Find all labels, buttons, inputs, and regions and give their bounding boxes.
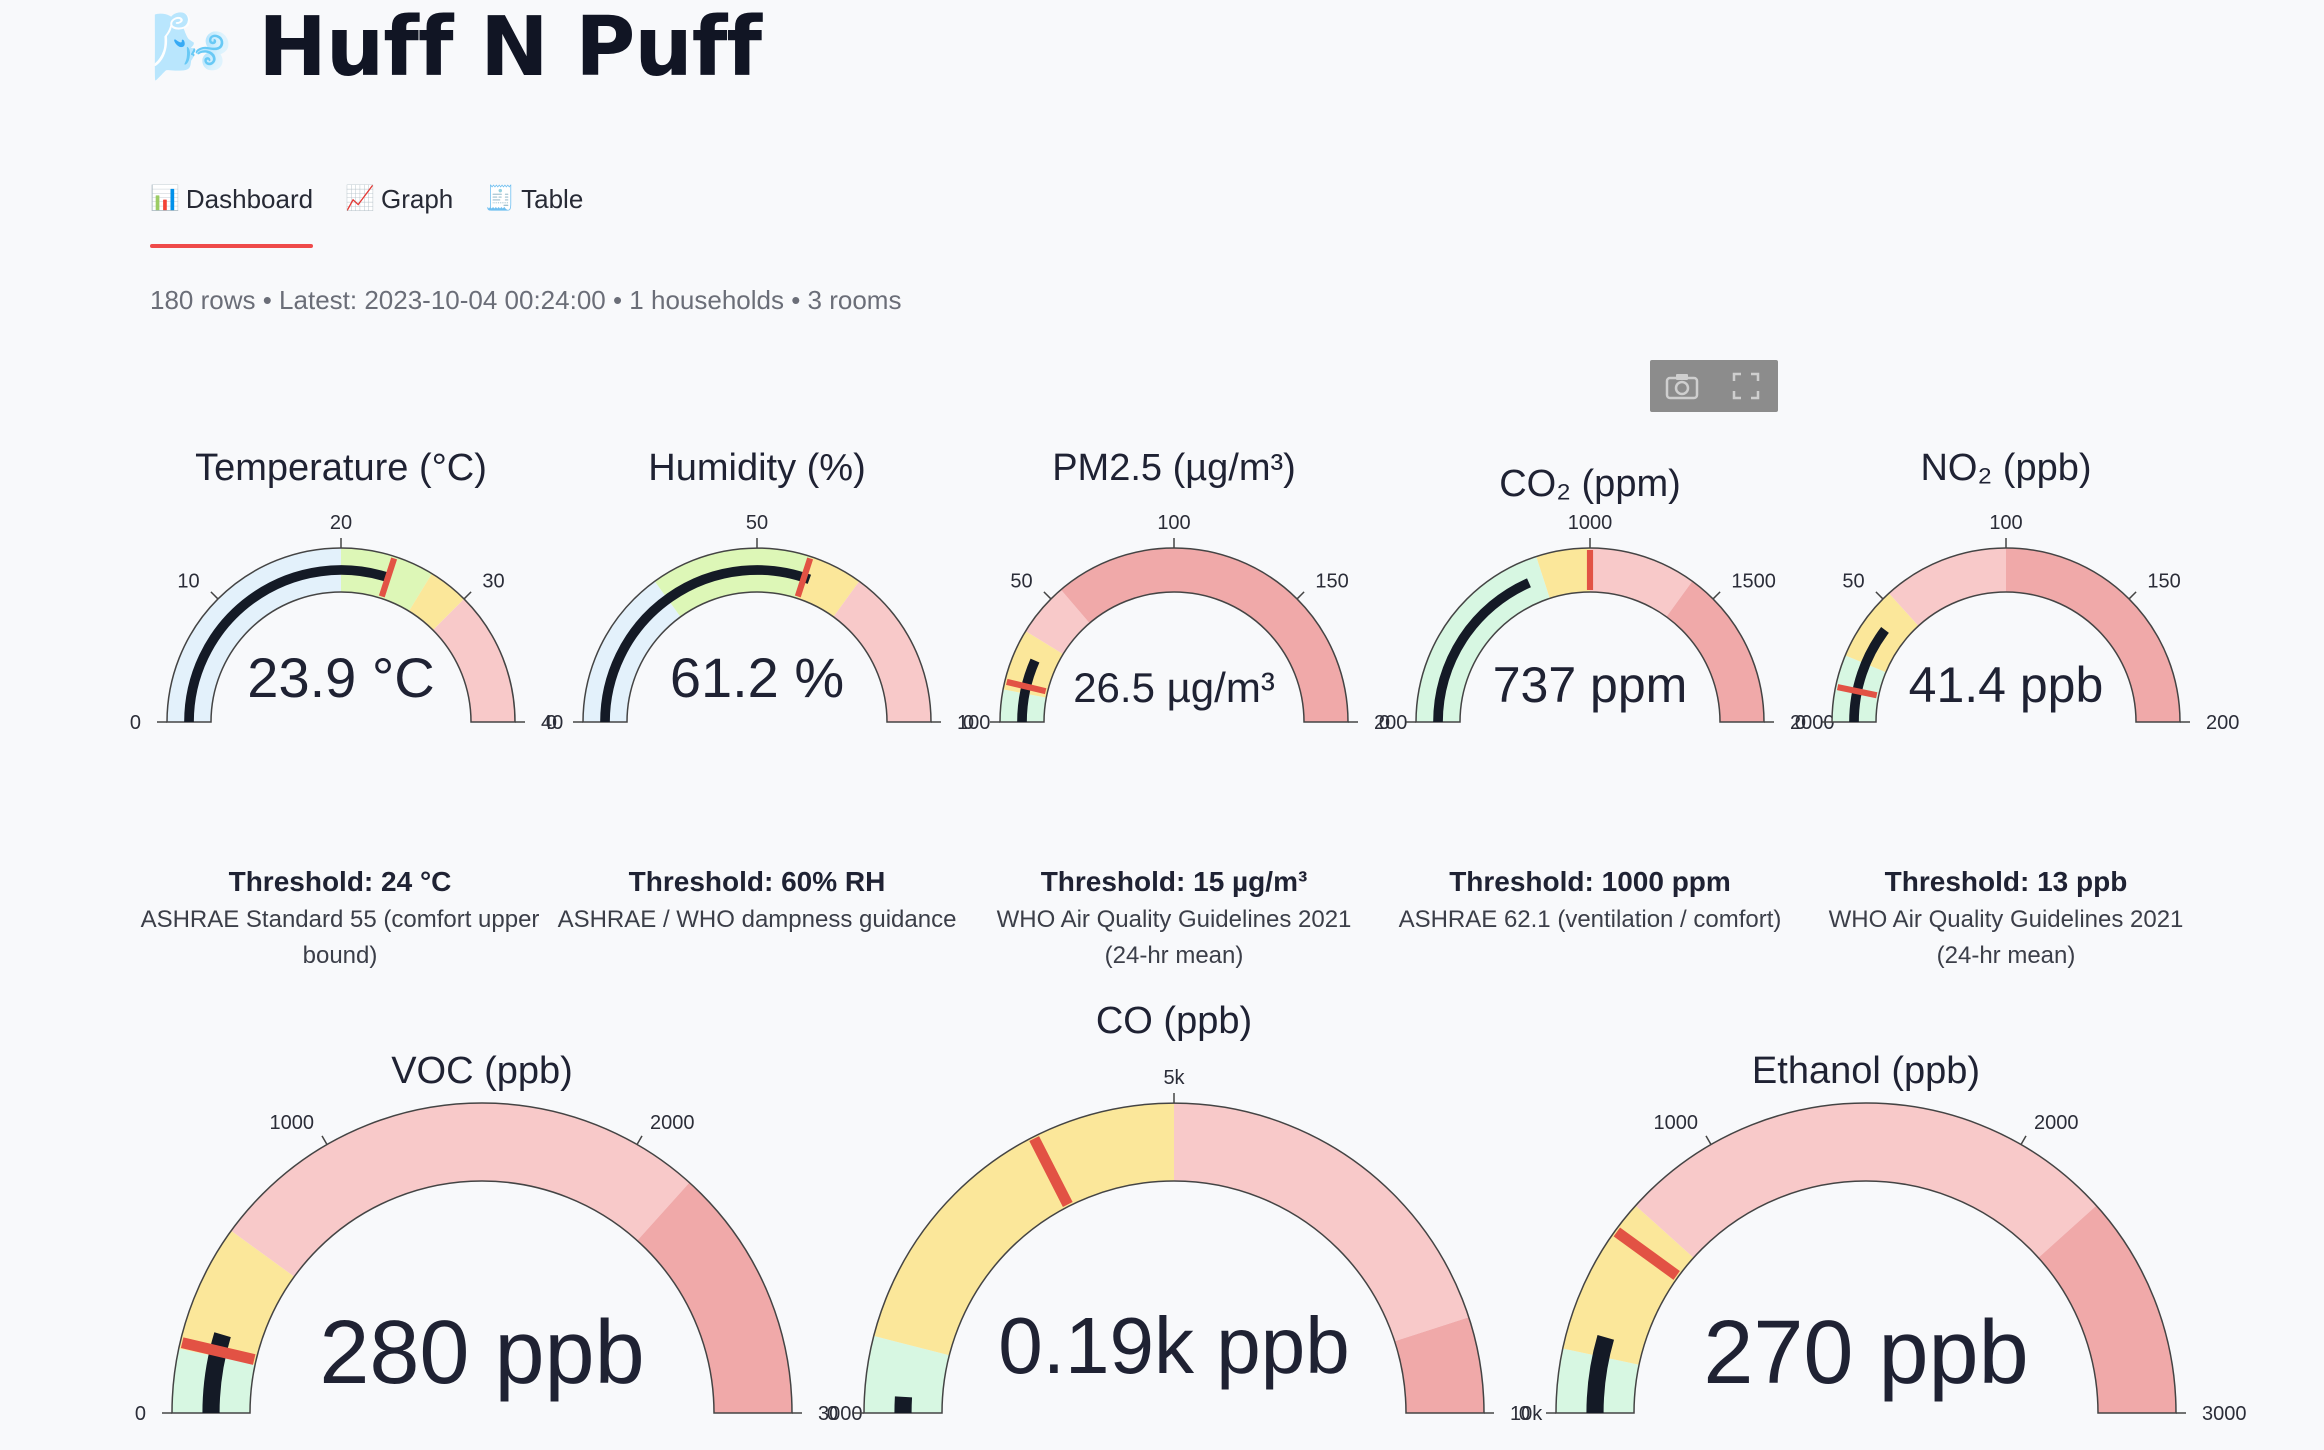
gauge-band [637,1182,792,1413]
gauge-tick-label: 0 [1519,1403,1530,1425]
gauge-title: Ethanol (ppb) [1752,1050,1980,1092]
gauge-tick-label: 3000 [818,1403,863,1425]
gauge-tick [321,1135,328,1145]
gauge-ethanol: Ethanol (ppb) 0 1000 2000 3000 270 ppb [1519,1050,2247,1425]
gauge-value: 61.2 % [670,646,844,709]
gauge-tick-label: 150 [1315,571,1348,593]
gauge-tick-label: 10 [177,571,199,593]
gauge-tick [1875,591,1884,600]
gauge-tick-label: 200 [2206,712,2239,734]
gauge-tick-label: 0 [135,1403,146,1425]
gauge-voc: VOC (ppb) 0 1000 2000 3000 280 ppb [135,1050,863,1425]
gauge-tick-label: 0 [130,712,141,734]
gauge-tick [636,1135,643,1145]
gauge-tick-label: 0 [963,712,974,734]
gauge-tick-label: 50 [746,512,768,534]
gauge-temperature: Temperature (°C)01020304023.9 °C [130,447,563,734]
gauge-no2: NO₂ (ppb) 0 50 100 150 200 41.4 ppb [1795,447,2240,734]
gauge-co2: CO₂ (ppm)0100015002000737 ppm [1379,463,1835,734]
threshold-source: WHO Air Quality Guidelines 2021 (24-hr m… [1828,906,2184,969]
gauge-co: CO (ppb)05k10k0.19k ppb [827,1000,1543,1425]
threshold-value: Threshold: 13 ppb [1884,866,2128,897]
gauge-band [654,547,811,617]
gauge-tick [1705,1135,1712,1145]
threshold-value: Threshold: 60% RH [628,866,886,897]
gauge-tick-label: 5k [1163,1067,1185,1089]
threshold-source: ASHRAE Standard 55 (comfort upper bound) [140,906,540,969]
threshold-value: Threshold: 1000 ppm [1449,866,1731,897]
gauge-tick [210,591,219,600]
threshold-co2: Threshold: 1000 ppm ASHRAE 62.1 (ventila… [1390,866,1790,938]
gauge-tick-label: 0 [827,1403,838,1425]
gauge-tick [2128,591,2137,600]
threshold-pm25: Threshold: 15 µg/m³ WHO Air Quality Guid… [974,866,1374,974]
gauge-tick [2020,1135,2027,1145]
threshold-source: ASHRAE 62.1 (ventilation / comfort) [1398,906,1782,933]
gauge-tick [1043,591,1052,600]
gauge-value: 23.9 °C [247,646,434,709]
gauge-tick-label: 150 [2147,571,2180,593]
gauge-value: 41.4 ppb [1909,657,2104,713]
gauge-title: Humidity (%) [648,447,865,489]
gauge-value: 270 ppb [1703,1303,2028,1403]
gauge-grid: Temperature (°C)01020304023.9 °CHumidity… [130,447,2247,1425]
gauge-tick-label: 1000 [1654,1112,1699,1134]
gauge-pm25: PM2.5 (µg/m³)05010015020026.5 µg/m³ [963,447,1408,734]
gauge-value: 280 ppb [319,1303,644,1403]
gauge-title: CO (ppb) [1096,1000,1252,1042]
threshold-source: WHO Air Quality Guidelines 2021 (24-hr m… [996,906,1352,969]
gauge-tick-label: 100 [1157,512,1190,534]
gauge-tick-label: 0 [1379,712,1390,734]
gauge-tick-label: 2000 [2034,1112,2079,1134]
threshold-humidity: Threshold: 60% RH ASHRAE / WHO dampness … [557,866,957,938]
gauge-title: CO₂ (ppm) [1499,463,1681,505]
gauge-tick-label: 3000 [2202,1403,2247,1425]
threshold-source: ASHRAE / WHO dampness guidance [557,906,957,933]
gauge-value: 26.5 µg/m³ [1073,664,1275,711]
threshold-value: Threshold: 24 °C [228,866,452,897]
gauge-title: PM2.5 (µg/m³) [1052,447,1296,489]
gauge-title: VOC (ppb) [391,1050,573,1092]
gauge-tick [1296,591,1305,600]
gauge-tick [1712,591,1721,600]
threshold-no2: Threshold: 13 ppb WHO Air Quality Guidel… [1806,866,2206,974]
gauge-tick [463,591,472,600]
gauge-tick-label: 1000 [1568,512,1613,534]
gauge-title: Temperature (°C) [195,447,487,489]
threshold-temperature: Threshold: 24 °C ASHRAE Standard 55 (com… [140,866,540,974]
gauge-title: NO₂ (ppb) [1920,447,2091,489]
gauge-tick-label: 1500 [1731,571,1776,593]
gauge-tick-label: 100 [1989,512,2022,534]
gauge-humidity: Humidity (%)05010061.2 % [546,447,991,734]
gauge-tick-label: 30 [482,571,504,593]
threshold-value: Threshold: 15 µg/m³ [1040,866,1308,897]
gauge-tick-label: 50 [1010,571,1032,593]
gauge-value: 0.19k ppb [998,1301,1349,1390]
gauge-tick-label: 0 [1795,712,1806,734]
gauge-tick-label: 1000 [270,1112,315,1134]
gauge-tick-label: 50 [1842,571,1864,593]
gauge-tick-label: 0 [546,712,557,734]
gauge-tick-label: 20 [330,512,352,534]
gauge-value: 737 ppm [1493,657,1688,713]
gauge-tick-label: 2000 [650,1112,695,1134]
